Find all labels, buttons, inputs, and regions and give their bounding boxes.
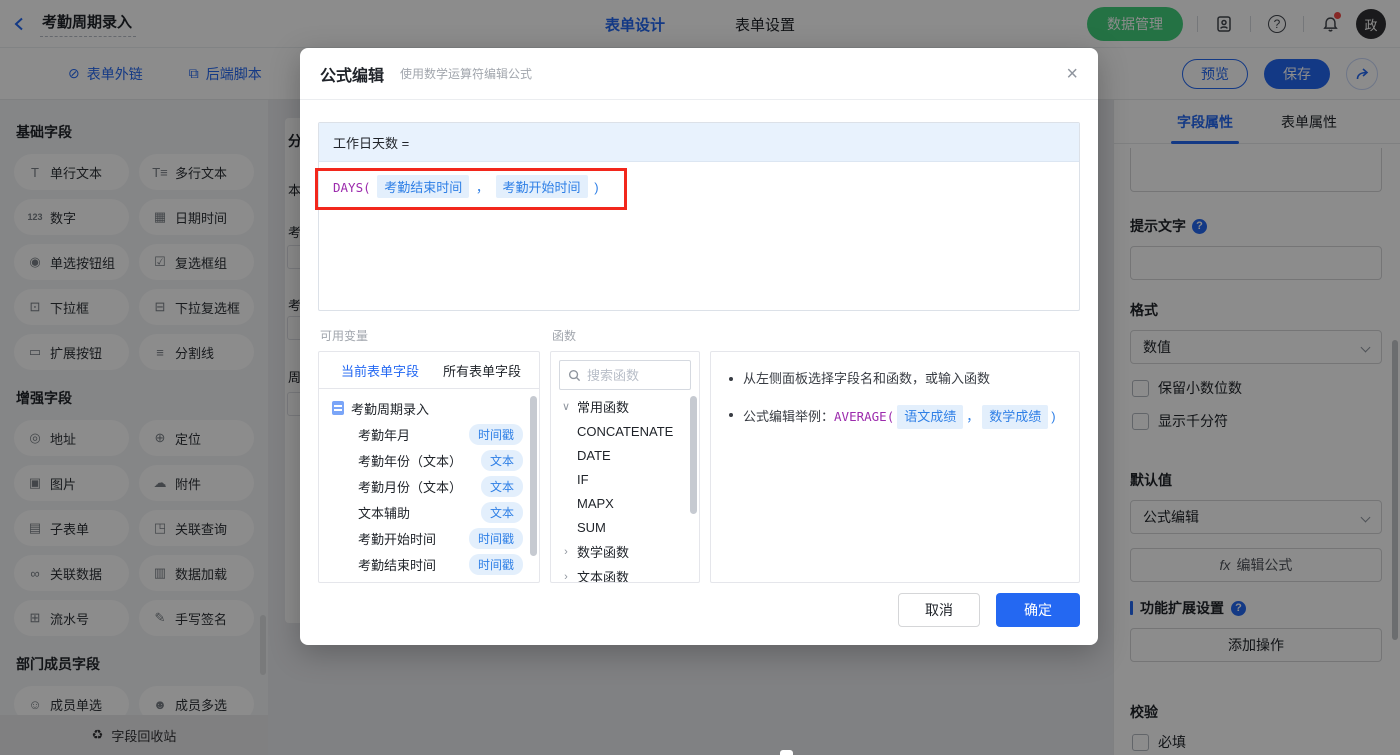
field-type-badge: 文本 [480,449,523,471]
field-type-badge: 时间戳 [468,527,523,549]
functions-panel: ∨ 常用函数 CONCATENATEDATEIFMAPXSUM › 数学函数 ›… [550,351,700,583]
variable-row[interactable]: 考勤年份（文本） 文本 [319,447,539,473]
tab-all-form-fields[interactable]: 所有表单字段 [443,361,521,380]
example-chip-math: 数学成绩 [982,405,1049,429]
function-group[interactable]: › 文本函数 [551,564,699,583]
variables-label: 可用变量 [320,329,369,343]
app-root: 考勤周期录入 表单设计 表单设置 数据管理 ? 政 ⊘ 表单外链 ⧉ 后端脚本 … [0,0,1400,755]
variable-row[interactable] [319,577,539,583]
field-type-badge: 时间戳 [468,553,523,575]
formula-input-box: 工作日天数 = DAYS( 考勤结束时间 ， 考勤开始时间 ) [318,122,1080,311]
variables-root-node[interactable]: 考勤周期录入 [319,395,539,421]
variables-scrollbar[interactable] [530,396,537,556]
close-icon[interactable]: × [1066,64,1078,84]
bullet-icon [729,377,733,381]
tab-current-form-fields[interactable]: 当前表单字段 [341,361,419,380]
function-item[interactable]: DATE [551,443,699,467]
function-search-box[interactable] [559,360,691,390]
field-chip-start-time[interactable]: 考勤开始时间 [495,175,588,198]
example-chip-chinese: 语文成绩 [897,405,964,429]
variable-row[interactable]: 考勤月份（文本） 文本 [319,473,539,499]
chevron-icon: › [564,545,568,558]
variable-row[interactable]: 考勤结束时间 时间戳 [319,551,539,577]
field-type-badge: 时间戳 [468,423,523,445]
modal-body: 工作日天数 = DAYS( 考勤结束时间 ， 考勤开始时间 ) 可用变量 函数 … [300,100,1098,583]
function-item[interactable]: IF [551,467,699,491]
chevron-icon: › [564,570,568,583]
field-type-badge: 文本 [480,475,523,497]
tips-panel: 从左侧面板选择字段名和函数，或输入函数 公式编辑举例：AVERAGE(语文成绩，… [710,351,1080,583]
tip-line-2: 公式编辑举例：AVERAGE(语文成绩，数学成绩) [729,405,1061,429]
variable-row[interactable]: 文本辅助 文本 [319,499,539,525]
formula-target-bar: 工作日天数 = [319,123,1079,162]
function-group[interactable]: › 数学函数 [551,539,699,564]
function-name-token: DAYS( [333,180,371,195]
field-chip-end-time[interactable]: 考勤结束时间 [377,175,470,198]
field-type-badge: 文本 [480,501,523,523]
tip-line-1: 从左侧面板选择字段名和函数，或输入函数 [729,369,1061,389]
search-input[interactable] [587,367,677,383]
modal-header: 公式编辑 使用数学运算符编辑公式 × [300,48,1098,100]
function-item[interactable]: CONCATENATE [551,419,699,443]
chevron-icon: ∨ [561,401,571,413]
functions-label: 函数 [552,329,577,343]
variable-row[interactable]: 考勤年月 时间戳 [319,421,539,447]
form-doc-icon [332,401,344,415]
bottom-edge-element [780,750,793,755]
cancel-button[interactable]: 取消 [898,593,980,627]
function-group[interactable]: ∨ 常用函数 [551,394,699,419]
formula-editor-area[interactable]: DAYS( 考勤结束时间 ， 考勤开始时间 ) [319,162,1079,310]
variables-panel: 当前表单字段 所有表单字段 考勤周期录入 考勤年月 时间戳 考勤年份（文本） 文… [318,351,540,583]
field-type-badge [485,582,523,583]
variable-row[interactable]: 考勤开始时间 时间戳 [319,525,539,551]
bullet-icon [729,413,733,417]
search-icon [568,369,581,381]
modal-title: 公式编辑 [320,67,385,85]
example-function-token: AVERAGE( [834,409,895,424]
confirm-button[interactable]: 确定 [996,593,1080,627]
modal-subtitle: 使用数学运算符编辑公式 [400,67,533,81]
function-item[interactable]: SUM [551,515,699,539]
functions-scrollbar[interactable] [690,396,697,514]
formula-editor-modal: 公式编辑 使用数学运算符编辑公式 × 工作日天数 = DAYS( 考勤结束时间 … [300,48,1098,645]
function-item[interactable]: MAPX [551,491,699,515]
